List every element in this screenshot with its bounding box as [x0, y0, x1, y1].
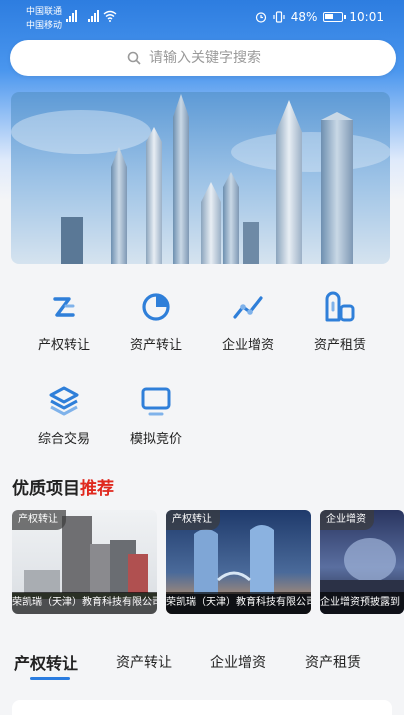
carrier-2: 中国移动 [26, 21, 63, 31]
category-label: 资产转让 [129, 338, 182, 353]
category-label: 产权转让 [37, 338, 90, 353]
project-tag: 企业增资 [320, 510, 374, 530]
trend-line-icon [233, 296, 263, 319]
tab-equity-transfer[interactable]: 产权转让 [14, 650, 78, 674]
category-asset-transfer[interactable]: 资产转让 [110, 290, 202, 353]
category-label: 综合交易 [37, 432, 90, 447]
wifi-icon [103, 10, 117, 22]
clock: 10:01 [349, 10, 384, 24]
section-title: 优质项目推荐 [12, 474, 114, 499]
tab-asset-transfer[interactable]: 资产转让 [116, 652, 172, 672]
project-caption: 荣凯瑞（天津）教育科技有限公司增 [12, 592, 157, 614]
category-capital-increase[interactable]: 企业增资 [202, 290, 294, 353]
category-label: 企业增资 [221, 338, 274, 353]
equity-transfer-icon [53, 297, 75, 317]
pie-chart-icon [142, 293, 170, 321]
vibrate-icon [273, 11, 285, 23]
monitor-icon [141, 387, 171, 416]
project-card[interactable]: 产权转让 荣凯瑞（天津）教育科技有限公司增 [166, 510, 311, 614]
project-carousel: 产权转让 荣凯瑞（天津）教育科技有限公司增 产权转让 荣凯瑞（天津）教育科技有限… [12, 510, 404, 614]
section-title-main: 优质项目 [12, 479, 80, 499]
battery-icon [323, 12, 347, 22]
signal-2-icon [88, 10, 99, 22]
category-simulated-bidding[interactable]: 模拟竞价 [110, 384, 202, 447]
banner-image[interactable] [11, 92, 390, 264]
active-tab-indicator [30, 677, 70, 680]
category-label: 资产租赁 [313, 338, 366, 353]
search-icon [127, 51, 141, 65]
tab-capital-increase[interactable]: 企业增资 [210, 652, 266, 672]
section-title-highlight: 推荐 [80, 479, 114, 499]
project-caption: 企业增资预披露到 [320, 592, 404, 614]
project-card[interactable]: 企业增资 企业增资预披露到 [320, 510, 404, 614]
category-comprehensive-trading[interactable]: 综合交易 [18, 384, 110, 447]
project-card[interactable]: 产权转让 荣凯瑞（天津）教育科技有限公司增 [12, 510, 157, 614]
category-equity-transfer[interactable]: 产权转让 [18, 290, 110, 353]
search-input[interactable] [149, 50, 279, 66]
category-asset-lease[interactable]: 资产租赁 [294, 290, 386, 353]
project-tag: 产权转让 [12, 510, 66, 530]
status-bar: 中国联通 中国移动 48% 10:01 [0, 0, 404, 36]
tab-asset-lease[interactable]: 资产租赁 [305, 652, 361, 672]
project-caption: 荣凯瑞（天津）教育科技有限公司增 [166, 592, 311, 614]
project-tag: 产权转让 [166, 510, 220, 530]
battery-percent: 48% [290, 10, 318, 24]
category-label: 模拟竞价 [129, 432, 182, 447]
search-bar[interactable] [10, 40, 396, 76]
skyline-illustration [11, 94, 390, 264]
layers-icon [49, 386, 79, 416]
list-card[interactable] [12, 700, 392, 715]
project-tabs: 产权转让 资产转让 企业增资 资产租赁 [0, 650, 404, 690]
building-lease-icon [325, 291, 355, 322]
signal-1-icon [66, 10, 77, 22]
carrier-1: 中国联通 [26, 7, 63, 17]
alarm-icon [255, 12, 266, 23]
